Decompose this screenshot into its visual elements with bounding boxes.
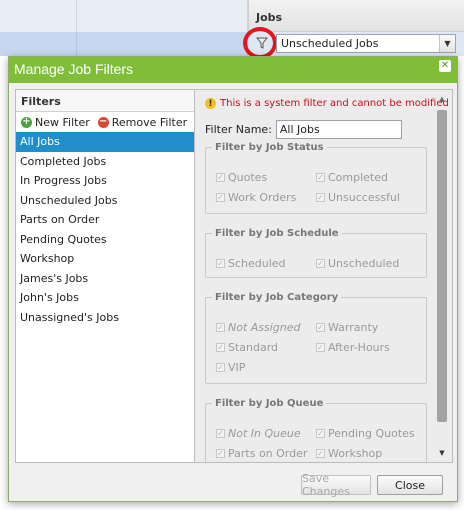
filters-toolbar: + New Filter − Remove Filter xyxy=(16,112,194,132)
manage-job-filters-dialog: Manage Job Filters ✕ Filters + New Filte… xyxy=(8,56,458,502)
filter-item-unscheduled-jobs[interactable]: Unscheduled Jobs xyxy=(16,191,194,211)
warning-text: This is a system filter and cannot be mo… xyxy=(220,98,449,109)
details-scrollbar[interactable]: ▲ ▼ xyxy=(436,94,448,458)
remove-filter-label: Remove Filter xyxy=(111,115,188,129)
checkbox-warranty[interactable]: ✓ Warranty xyxy=(316,321,378,334)
option-label: Not In Queue xyxy=(228,427,301,440)
save-changes-button[interactable]: Save Changes xyxy=(301,472,371,498)
new-filter-label: New Filter xyxy=(35,115,90,129)
option-label: Unscheduled xyxy=(328,257,400,270)
filter-name-label: Filter Name: xyxy=(205,123,272,136)
job-queue-group: Filter by Job Queue ✓ Not In Queue ✓ Pendi… xyxy=(205,398,427,464)
option-label: Workshop xyxy=(328,447,383,460)
filter-item-in-progress-jobs[interactable]: In Progress Jobs xyxy=(16,171,194,191)
group-legend: Filter by Job Schedule xyxy=(215,228,339,239)
filters-header: Filters xyxy=(16,90,194,112)
check-icon: ✓ xyxy=(316,448,325,458)
filter-item-pending-quotes[interactable]: Pending Quotes xyxy=(16,230,194,250)
job-filter-select[interactable]: Unscheduled Jobs ▼ xyxy=(276,34,456,53)
check-icon: ✓ xyxy=(316,342,325,352)
check-icon: ✓ xyxy=(216,258,225,268)
filter-name-row: Filter Name: xyxy=(205,120,402,139)
check-icon: ✓ xyxy=(316,258,325,268)
check-icon: ✓ xyxy=(216,428,225,438)
dialog-titlebar: Manage Job Filters ✕ xyxy=(9,57,457,83)
option-label: After-Hours xyxy=(328,341,390,354)
checkbox-unscheduled[interactable]: ✓ Unscheduled xyxy=(316,257,399,270)
option-label: Not Assigned xyxy=(228,321,301,334)
checkbox-vip[interactable]: ✓ VIP xyxy=(216,361,245,374)
checkbox-standard[interactable]: ✓ Standard xyxy=(216,341,278,354)
check-icon: ✓ xyxy=(216,322,225,332)
grid-cell xyxy=(0,32,77,56)
grid-cell xyxy=(77,32,248,56)
scroll-up-icon[interactable]: ▲ xyxy=(436,94,448,104)
option-label: Warranty xyxy=(328,321,379,334)
checkbox-after-hours[interactable]: ✓ After-Hours xyxy=(316,341,390,354)
scroll-down-icon[interactable]: ▼ xyxy=(436,448,448,458)
group-legend: Filter by Job Category xyxy=(215,292,339,303)
filter-details-panel: ! This is a system filter and cannot be … xyxy=(195,89,453,464)
plus-icon: + xyxy=(21,116,32,128)
close-button[interactable]: Close xyxy=(377,475,443,495)
highlight-ring xyxy=(243,27,277,59)
checkbox-not-in-queue[interactable]: ✓ Not In Queue xyxy=(216,427,301,440)
checkbox-not-assigned[interactable]: ✓ Not Assigned xyxy=(216,321,301,334)
check-icon: ✓ xyxy=(216,362,225,372)
filter-item-parts-on-order[interactable]: Parts on Order xyxy=(16,210,194,230)
check-icon: ✓ xyxy=(216,192,225,202)
new-filter-button[interactable]: + New Filter xyxy=(21,116,90,129)
filter-item-james-jobs[interactable]: James's Jobs xyxy=(16,269,194,289)
check-icon: ✓ xyxy=(316,192,325,202)
check-icon: ✓ xyxy=(316,322,325,332)
option-label: Quotes xyxy=(228,171,268,184)
minus-icon: − xyxy=(97,116,109,128)
option-label: Unsuccessful xyxy=(328,191,400,204)
job-schedule-group: Filter by Job Schedule ✓ Scheduled ✓ Unsch… xyxy=(205,228,427,278)
option-label: Standard xyxy=(228,341,279,354)
remove-filter-button[interactable]: − Remove Filter xyxy=(97,115,188,129)
filters-panel: Filters + New Filter − Remove Filter All… xyxy=(15,89,195,463)
checkbox-parts-on-order[interactable]: ✓ Parts on Order xyxy=(216,447,307,460)
checkbox-scheduled[interactable]: ✓ Scheduled xyxy=(216,257,286,270)
filter-item-completed-jobs[interactable]: Completed Jobs xyxy=(16,152,194,172)
job-category-group: Filter by Job Category ✓ Not Assigned ✓ Wa… xyxy=(205,292,427,384)
checkbox-completed[interactable]: ✓ Completed xyxy=(316,171,388,184)
option-label: Work Orders xyxy=(228,191,297,204)
job-status-group: Filter by Job Status ✓ Quotes ✓ Completed … xyxy=(205,142,427,214)
filter-list: All Jobs Completed Jobs In Progress Jobs… xyxy=(16,132,194,327)
option-label: VIP xyxy=(228,361,246,374)
option-label: Pending Quotes xyxy=(328,427,415,440)
checkbox-workshop[interactable]: ✓ Workshop xyxy=(316,447,382,460)
option-label: Scheduled xyxy=(228,257,286,270)
check-icon: ✓ xyxy=(216,342,225,352)
system-filter-warning: ! This is a system filter and cannot be … xyxy=(205,98,449,109)
scroll-thumb[interactable] xyxy=(437,110,447,422)
grid-cell xyxy=(77,0,248,32)
check-icon: ✓ xyxy=(316,428,325,438)
job-filter-selected-value: Unscheduled Jobs xyxy=(281,37,379,50)
group-legend: Filter by Job Queue xyxy=(215,398,324,409)
check-icon: ✓ xyxy=(216,448,225,458)
checkbox-quotes[interactable]: ✓ Quotes xyxy=(216,171,267,184)
checkbox-unsuccessful[interactable]: ✓ Unsuccessful xyxy=(316,191,400,204)
filter-item-johns-jobs[interactable]: John's Jobs xyxy=(16,288,194,308)
check-icon: ✓ xyxy=(216,172,225,182)
filter-name-input[interactable] xyxy=(275,120,402,139)
filter-item-unassigneds-jobs[interactable]: Unassigned's Jobs xyxy=(16,308,194,328)
jobs-column-title: Jobs xyxy=(256,11,283,24)
checkbox-pending-quotes[interactable]: ✓ Pending Quotes xyxy=(316,427,415,440)
close-icon[interactable]: ✕ xyxy=(439,60,451,72)
group-legend: Filter by Job Status xyxy=(215,142,324,153)
option-label: Completed xyxy=(328,171,388,184)
check-icon: ✓ xyxy=(316,172,325,182)
warning-icon: ! xyxy=(205,98,216,109)
chevron-down-icon[interactable]: ▼ xyxy=(439,35,455,52)
grid-cell xyxy=(0,0,77,32)
checkbox-work-orders[interactable]: ✓ Work Orders xyxy=(216,191,296,204)
dialog-title: Manage Job Filters xyxy=(14,61,134,77)
filter-item-all-jobs[interactable]: All Jobs xyxy=(16,132,194,152)
filter-item-workshop[interactable]: Workshop xyxy=(16,249,194,269)
option-label: Parts on Order xyxy=(228,447,308,460)
